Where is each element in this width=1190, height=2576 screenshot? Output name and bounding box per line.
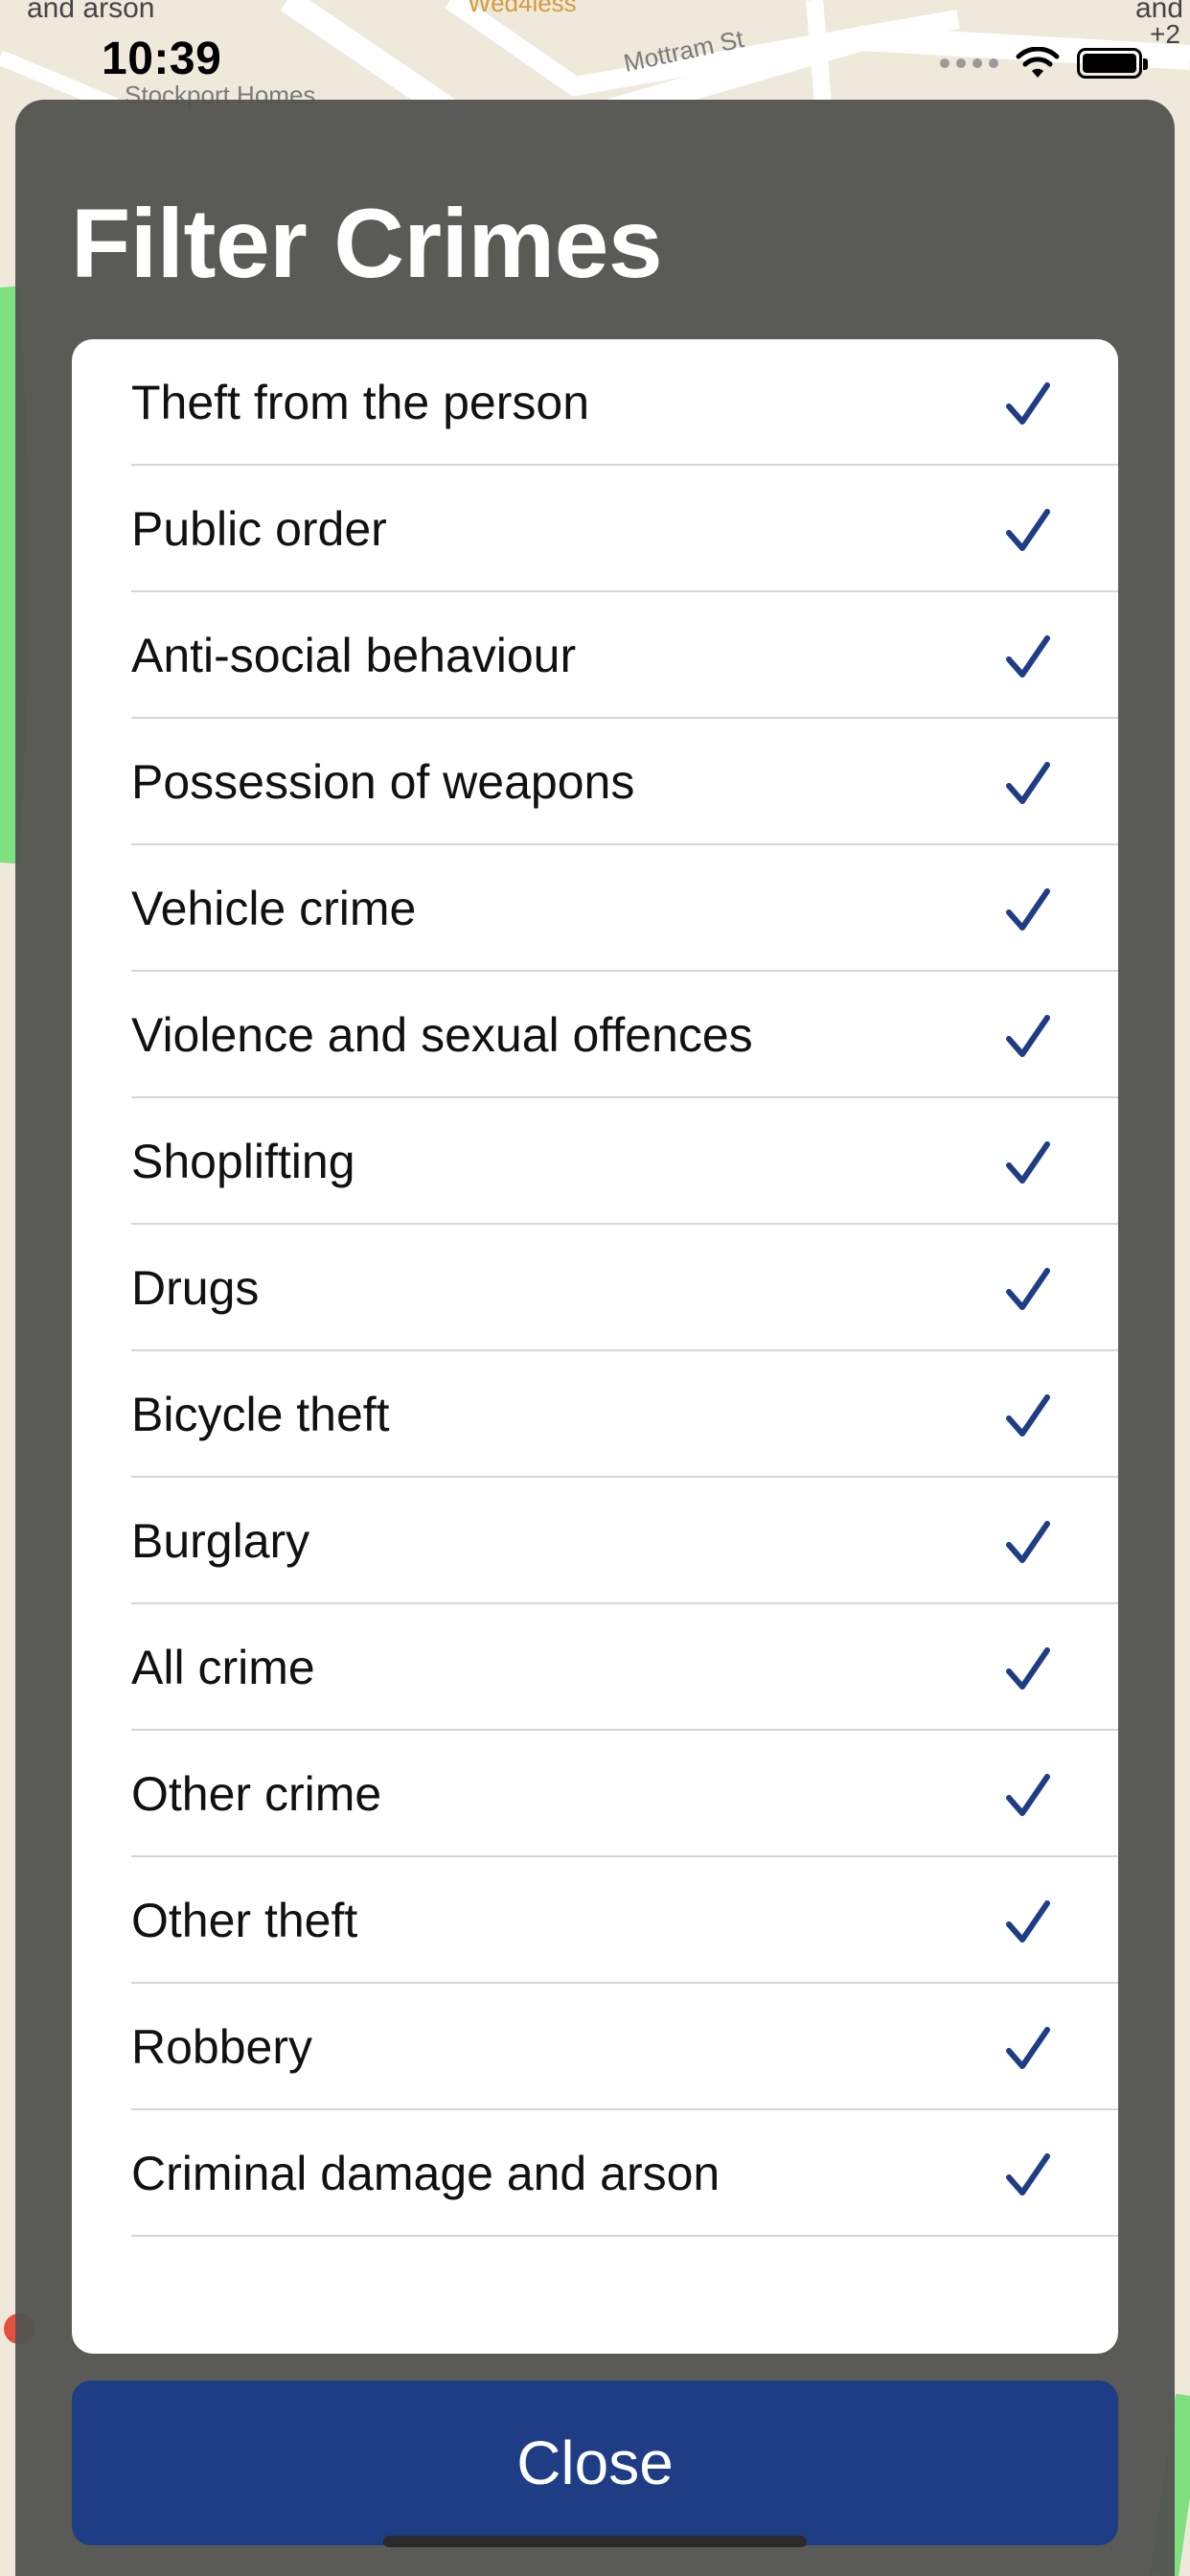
checkmark-icon [1006,1774,1050,1816]
checkmark-icon [1006,1015,1050,1057]
crime-filter-row[interactable]: Theft from the person [72,339,1118,466]
checkmark-icon [1006,509,1050,551]
crime-filter-label: Anti-social behaviour [131,629,577,682]
map-label-business: Wed4less [468,0,577,17]
crime-filter-label: Bicycle theft [131,1388,390,1441]
crime-filter-row[interactable]: Possession of weapons [72,719,1118,845]
crime-filter-row[interactable]: All crime [72,1604,1118,1731]
checkmark-icon [1006,1647,1050,1690]
crime-filter-row[interactable]: Bicycle theft [72,1351,1118,1478]
crime-filter-list: Theft from the person Public order Anti-so… [72,339,1118,2354]
crime-filter-row[interactable]: Public order [72,466,1118,592]
crime-filter-label: Public order [131,502,387,556]
crime-filter-label: Robbery [131,2020,312,2074]
checkmark-icon [1006,1521,1050,1563]
crime-filter-label: Shoplifting [131,1135,355,1188]
crime-filter-row[interactable]: Robbery [72,1984,1118,2110]
crime-filter-label: Possession of weapons [131,755,635,809]
filter-sheet: Filter Crimes Theft from the person Publi… [15,100,1175,2576]
crime-filter-row[interactable]: Anti-social behaviour [72,592,1118,719]
crime-filter-row[interactable]: Violence and sexual offences [72,972,1118,1098]
crime-filter-label: Other crime [131,1767,382,1821]
status-icons [940,42,1148,84]
checkmark-icon [1006,635,1050,678]
checkmark-icon [1006,1141,1050,1184]
crime-filter-label: Burglary [131,1514,310,1568]
crime-filter-label: Violence and sexual offences [131,1008,753,1062]
battery-icon [1077,48,1148,79]
crime-filter-label: Vehicle crime [131,882,417,935]
checkmark-icon [1006,1900,1050,1943]
status-time: 10:39 [102,34,222,84]
checkmark-icon [1006,762,1050,804]
home-indicator[interactable] [383,2536,807,2547]
crime-filter-label: Criminal damage and arson [131,2147,721,2200]
crime-filter-label: Drugs [131,1261,260,1315]
map-label-top-left: and arson [27,0,155,24]
wifi-icon [1016,47,1060,78]
sheet-title: Filter Crimes [71,189,663,298]
crime-filter-row[interactable]: Criminal damage and arson [72,2110,1118,2237]
app-screen: and arson Stockport Homes Mottram St Wed… [0,0,1190,2576]
checkmark-icon [1006,888,1050,931]
checkmark-icon [1006,2027,1050,2069]
checkmark-icon [1006,382,1050,425]
checkmark-icon [1006,2153,1050,2196]
close-button[interactable]: Close [72,2380,1118,2545]
checkmark-icon [1006,1394,1050,1437]
checkmark-icon [1006,1268,1050,1310]
signal-dots-icon [940,58,998,68]
map-label-top-right-2: +2 [1150,19,1180,49]
crime-filter-row[interactable]: Other crime [72,1731,1118,1857]
crime-filter-label: Other theft [131,1894,358,1947]
crime-filter-label: Theft from the person [131,376,590,429]
crime-filter-row[interactable]: Drugs [72,1225,1118,1351]
crime-filter-label: All crime [131,1641,315,1694]
crime-filter-row[interactable]: Burglary [72,1478,1118,1604]
crime-filter-row[interactable]: Shoplifting [72,1098,1118,1225]
crime-filter-row[interactable]: Other theft [72,1857,1118,1984]
crime-filter-row[interactable]: Vehicle crime [72,845,1118,972]
